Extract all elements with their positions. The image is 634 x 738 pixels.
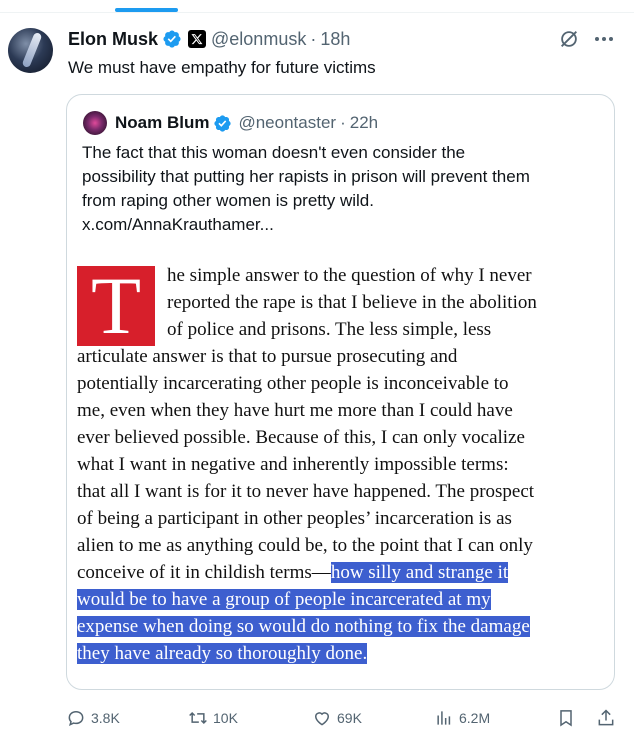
article-line: alien to me as anything could be, to the… xyxy=(77,535,533,556)
verified-badge-icon xyxy=(163,30,181,48)
repost-icon xyxy=(189,711,207,725)
action-bar: 3.8K 10K 69K 6.2M xyxy=(0,706,634,730)
like-icon xyxy=(314,712,330,726)
verified-badge-icon xyxy=(214,114,232,132)
quote-tweet-card[interactable]: Noam Blum @neontaster · 22h The fact tha… xyxy=(66,94,615,690)
separator-dot: · xyxy=(340,113,346,132)
quoted-text-line: from raping other women is pretty wild. xyxy=(82,191,374,210)
article-line: articulate answer is that to pursue pros… xyxy=(77,346,458,367)
divider xyxy=(0,12,634,13)
grok-icon[interactable] xyxy=(558,28,580,50)
bookmark-icon[interactable] xyxy=(556,708,576,728)
repost-count: 10K xyxy=(213,710,238,726)
article-line: reported the rape is that I believe in t… xyxy=(167,292,537,313)
quoted-avatar[interactable] xyxy=(83,111,107,135)
views-icon xyxy=(437,711,451,725)
tweet-header: Elon Musk @elonmusk · 18h xyxy=(68,28,350,50)
like-button[interactable]: 69K xyxy=(312,706,362,730)
separator-dot: · xyxy=(310,28,317,49)
reply-icon xyxy=(68,710,84,727)
quoted-timestamp[interactable]: 22h xyxy=(350,113,378,133)
like-count: 69K xyxy=(337,710,362,726)
author-handle[interactable]: @elonmusk xyxy=(211,29,306,50)
quoted-text-line: possibility that putting her rapists in … xyxy=(82,167,530,186)
highlighted-text: how silly and strange it xyxy=(330,562,509,583)
timestamp[interactable]: 18h xyxy=(320,29,350,50)
more-icon[interactable] xyxy=(592,28,616,50)
highlighted-text: would be to have a group of people incar… xyxy=(77,589,491,610)
article-line: they have already so thoroughly done. xyxy=(77,641,368,666)
views-count: 6.2M xyxy=(459,710,491,726)
reply-button[interactable]: 3.8K xyxy=(66,706,120,730)
tweet-text: We must have empathy for future victims xyxy=(68,58,376,77)
quoted-header: Noam Blum @neontaster · 22h xyxy=(115,111,378,135)
highlighted-text: expense when doing so would do nothing t… xyxy=(77,616,530,637)
article-text: conceive of it in childish terms— xyxy=(77,562,331,583)
x-logo-icon xyxy=(188,30,207,48)
quoted-text-line: The fact that this woman doesn't even co… xyxy=(82,143,466,162)
reply-count: 3.8K xyxy=(91,710,120,726)
share-icon[interactable] xyxy=(596,708,616,728)
article-line: of police and prisons. The less simple, … xyxy=(167,319,492,340)
avatar[interactable] xyxy=(8,28,53,73)
author-name[interactable]: Elon Musk xyxy=(68,29,158,50)
drop-cap: T xyxy=(77,265,155,347)
views-button[interactable]: 6.2M xyxy=(434,706,490,730)
article-line: conceive of it in childish terms—how sil… xyxy=(77,560,509,585)
repost-button[interactable]: 10K xyxy=(188,706,238,730)
article-line: potentially incarcerating other people i… xyxy=(77,373,509,394)
quoted-author-handle[interactable]: @neontaster xyxy=(238,113,336,133)
article-line: me, even when they have hurt me more tha… xyxy=(77,400,513,421)
quoted-link[interactable]: x.com/AnnaKrauthamer... xyxy=(82,213,274,237)
article-line: expense when doing so would do nothing t… xyxy=(77,614,530,639)
article-line: that all I want is for it to never have … xyxy=(77,481,535,502)
article-screenshot[interactable]: T he simple answer to the question of wh… xyxy=(77,263,607,678)
highlighted-text: they have already so thoroughly done. xyxy=(77,643,368,664)
article-line: ever believed possible. Because of this,… xyxy=(77,427,525,448)
article-line: of being a participant in other peoples’… xyxy=(77,508,512,529)
article-line: would be to have a group of people incar… xyxy=(77,587,491,612)
article-line: what I want in negative and inherently i… xyxy=(77,454,509,475)
quoted-author-name[interactable]: Noam Blum xyxy=(115,113,209,133)
article-line: he simple answer to the question of why … xyxy=(167,265,532,286)
